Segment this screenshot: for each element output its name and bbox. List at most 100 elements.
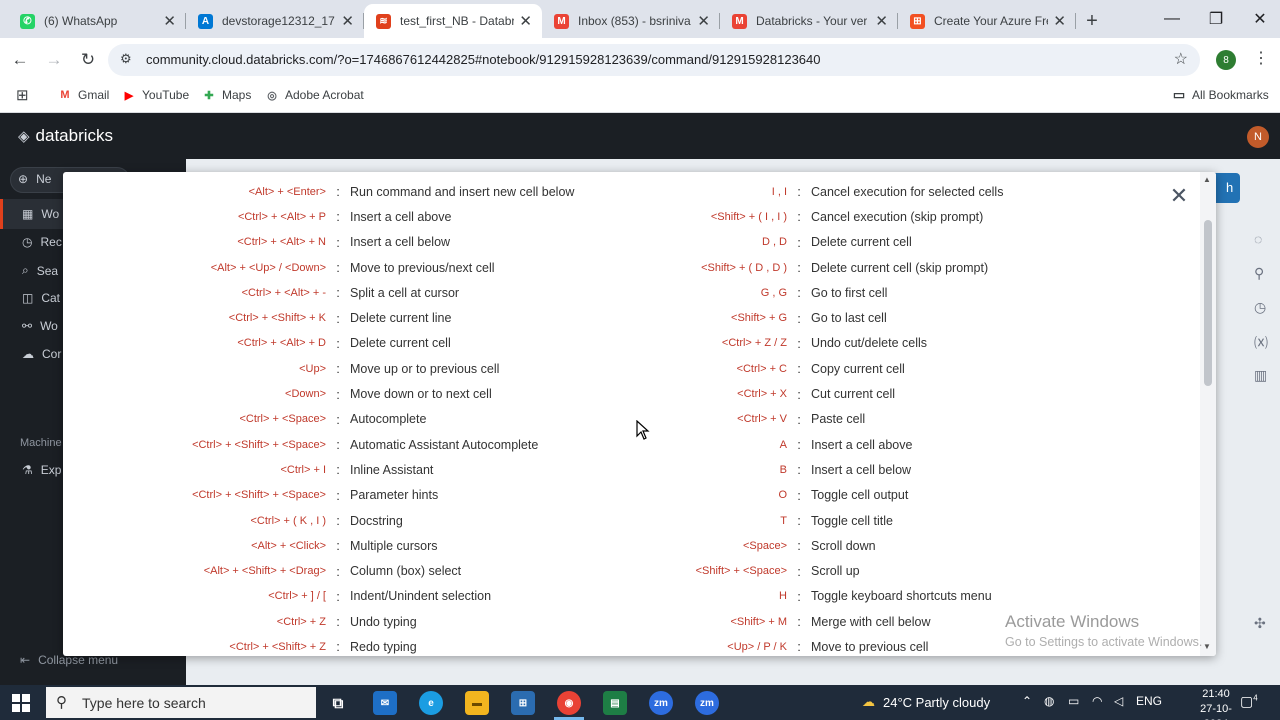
chrome-browser-icon[interactable]: ◉ [557, 691, 581, 715]
wifi-icon[interactable]: ◠ [1092, 694, 1102, 708]
shortcut-keys: <Space> [742, 539, 787, 552]
close-tab-icon[interactable]: ✕ [519, 12, 532, 30]
assistant-icon[interactable]: ✣ [1254, 615, 1266, 632]
bookmark-star-icon[interactable]: ☆ [1174, 49, 1188, 69]
new-tab-button[interactable]: + [1076, 4, 1108, 38]
shortcut-keys: H [779, 590, 787, 603]
user-avatar[interactable]: N [1247, 126, 1269, 148]
close-tab-icon[interactable]: ✕ [697, 12, 710, 30]
shortcut-separator: : [797, 260, 801, 276]
weather-widget[interactable]: ☁ 24°C Partly cloudy [862, 694, 990, 710]
history-icon[interactable]: ◷ [1254, 299, 1266, 316]
apps-grid-icon[interactable]: ⊞ [16, 86, 29, 104]
sidebar-item-search[interactable]: ⌕ Sea [22, 263, 58, 278]
taskbar-search-box[interactable]: ⚲ Type here to search [46, 687, 316, 718]
databricks-logo[interactable]: ◈ databricks [18, 126, 113, 146]
browser-tab[interactable]: ⊞ Create Your Azure Fre ✕ [898, 4, 1076, 38]
browser-tab[interactable]: Adevstorage12312_17 ✕ [186, 4, 364, 38]
bookmark-item[interactable]: ▶ YouTube [122, 88, 189, 102]
scroll-down-arrow-icon[interactable]: ▼ [1203, 642, 1211, 651]
app-header: ◈ databricks N [0, 113, 1280, 159]
notifications-icon[interactable]: ▢4 [1240, 693, 1258, 710]
close-tab-icon[interactable]: ✕ [163, 12, 176, 30]
profile-avatar[interactable]: 8 [1216, 50, 1236, 70]
scroll-up-arrow-icon[interactable]: ▲ [1203, 175, 1211, 184]
mail-app-icon[interactable]: ✉ [373, 691, 397, 715]
shortcut-description: Delete current cell [811, 235, 912, 250]
shortcut-description: Toggle keyboard shortcuts menu [811, 589, 992, 604]
sidebar-item-catalog[interactable]: ◫ Cat [22, 291, 60, 305]
bookmarks-bar: ⊞ M Gmail ▶ YouTube ✚ Maps ◎ Adobe Acrobat ▭ Al… [0, 82, 1280, 113]
language-indicator[interactable]: ENG [1136, 694, 1162, 708]
bookmark-item[interactable]: ◎ Adobe Acrobat [265, 88, 364, 102]
close-modal-button[interactable]: ✕ [1167, 183, 1191, 208]
flask-icon: ⚗ [22, 463, 33, 477]
spreadsheet-app-icon[interactable]: ▤ [603, 691, 627, 715]
shortcut-description: Undo cut/delete cells [811, 336, 928, 351]
activate-windows-title: Activate Windows [1005, 612, 1140, 631]
shortcut-row: <Shift> + G: Go to last cell [63, 305, 1003, 330]
shortcut-separator: : [797, 487, 801, 503]
shortcut-description: Cancel execution (skip prompt) [811, 209, 984, 224]
comment-icon[interactable]: ◌ [1254, 231, 1262, 247]
windows-start-button[interactable] [12, 694, 30, 712]
sidebar-item-new[interactable]: ⊕ Ne [18, 172, 51, 186]
browser-tab[interactable]: M Inbox (853) - bsriniva ✕ [542, 4, 720, 38]
variables-icon[interactable]: ⒳ [1254, 333, 1268, 353]
close-window-button[interactable]: ✕ [1238, 0, 1280, 38]
shortcut-description: Insert a cell above [811, 437, 913, 452]
site-info-icon[interactable]: ⚙ [120, 51, 132, 67]
close-tab-icon[interactable]: ✕ [341, 12, 354, 30]
edge-browser-icon[interactable]: e [419, 691, 443, 715]
bookmark-item[interactable]: ✚ Maps [202, 88, 251, 102]
shortcut-separator: : [797, 184, 801, 200]
workspace-icon: ▦ [22, 207, 34, 221]
sidebar-item-recents[interactable]: ◷ Rec [22, 235, 62, 249]
file-explorer-icon[interactable]: ▬ [465, 691, 489, 715]
shortcut-row: B: Insert a cell below [63, 457, 1003, 482]
back-button[interactable]: ← [6, 46, 34, 74]
bookmark-item[interactable]: M Gmail [58, 88, 109, 102]
whatsapp-icon: ✆ [20, 14, 35, 29]
sidebar-item-workflows[interactable]: ⚯ Wo [22, 319, 58, 333]
shortcut-separator: : [797, 335, 801, 351]
shortcut-description: Insert a cell below [811, 462, 912, 477]
chart-icon[interactable]: ▥ [1254, 367, 1267, 384]
close-tab-icon[interactable]: ✕ [875, 12, 888, 30]
clock-time: 21:40 [1202, 688, 1230, 700]
shortcut-description: Scroll up [811, 564, 860, 579]
shortcut-description: Paste cell [811, 412, 866, 427]
tab-title: (6) WhatsApp [44, 14, 118, 28]
shortcut-row: <Shift> + ( I , I ): Cancel execution (sk… [63, 204, 1003, 229]
modal-scrollbar[interactable]: ▲ ▼ [1200, 172, 1216, 656]
zoom-app-icon[interactable]: zm [649, 691, 673, 715]
restore-button[interactable]: ❐ [1194, 0, 1238, 38]
browser-tab[interactable]: M Databricks - Your ver ✕ [720, 4, 898, 38]
bookmark-label: YouTube [142, 88, 190, 102]
address-bar-row: ← → ↻ ⚙ community.cloud.databricks.com/?… [0, 38, 1280, 82]
zoom-app-icon-2[interactable]: zm [695, 691, 719, 715]
browser-tab[interactable]: ≋ test_first_NB - Databr ✕ [364, 4, 542, 38]
task-view-icon[interactable]: ⧉ [326, 691, 350, 715]
menu-kebab-icon[interactable]: ⋮ [1253, 48, 1269, 68]
chevron-up-icon[interactable]: ⌃ [1022, 694, 1032, 708]
shortcut-keys: <Ctrl> + V [737, 413, 787, 426]
close-tab-icon[interactable]: ✕ [1053, 12, 1066, 30]
battery-icon[interactable]: ▭ [1068, 694, 1079, 708]
scrollbar-thumb[interactable] [1204, 220, 1212, 386]
store-app-icon[interactable]: ⊞ [511, 691, 535, 715]
experiment-icon[interactable]: ⚲ [1254, 265, 1264, 282]
system-clock[interactable]: 21:40 27-10-2024 [1196, 687, 1236, 720]
sidebar-item-workspace[interactable]: ▦ Wo [22, 207, 59, 221]
volume-icon[interactable]: ◁ [1114, 694, 1123, 708]
shortcut-row: <Ctrl> + V: Paste cell [63, 407, 1003, 432]
all-bookmarks-button[interactable]: ▭ All Bookmarks [1172, 87, 1269, 102]
sidebar-item-experiments[interactable]: ⚗ Exp [22, 463, 61, 477]
reload-button[interactable]: ↻ [74, 46, 102, 74]
forward-button[interactable]: → [40, 46, 68, 74]
url-field[interactable]: ⚙ community.cloud.databricks.com/?o=1746… [108, 44, 1200, 76]
minimize-button[interactable]: — [1150, 0, 1194, 38]
browser-tab[interactable]: ✆ (6) WhatsApp ✕ [8, 4, 186, 38]
sidebar-item-compute[interactable]: ☁ Cor [22, 347, 61, 361]
meet-now-icon[interactable]: ◍ [1044, 694, 1054, 708]
